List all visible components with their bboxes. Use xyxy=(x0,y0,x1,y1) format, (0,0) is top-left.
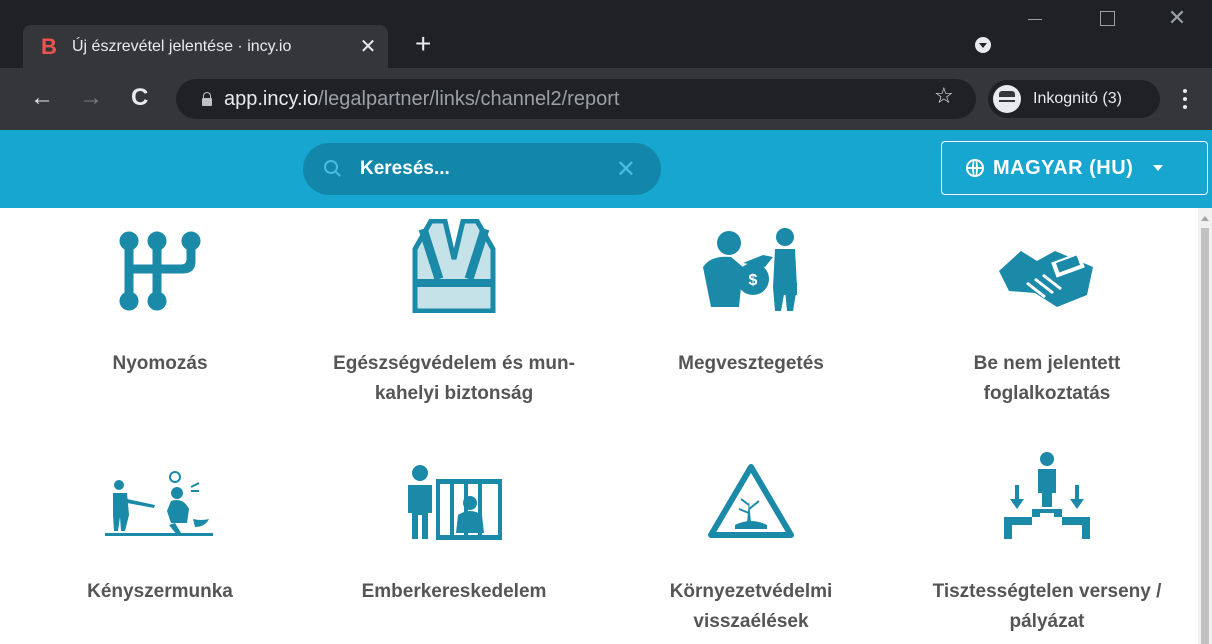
browser-tab[interactable]: B Új észrevétel jelentése · incy.io ✕ xyxy=(23,25,388,68)
reload-icon[interactable]: C xyxy=(131,86,148,110)
forward-arrow-icon[interactable]: → xyxy=(79,86,103,110)
tab-strip: B Új észrevétel jelentése · incy.io ✕ + … xyxy=(0,0,1212,68)
human-trafficking-icon xyxy=(304,451,604,541)
globe-icon xyxy=(966,159,984,177)
new-tab-icon[interactable]: + xyxy=(415,30,431,58)
search-input[interactable]: Keresés... xyxy=(360,158,616,180)
scrollbar-thumb[interactable] xyxy=(1201,228,1209,644)
category-label: Tisztességtelen verseny / pályázat xyxy=(932,581,1162,632)
incognito-icon xyxy=(993,85,1021,113)
category-label: Környezetvédelmi visszaélések xyxy=(669,581,833,632)
category-label: Kényszermunka xyxy=(87,581,233,602)
browser-menu-icon[interactable] xyxy=(1183,89,1187,113)
search-box[interactable]: Keresés... ✕ xyxy=(303,143,661,195)
tab-search-icon[interactable] xyxy=(975,37,991,53)
close-tab-icon[interactable]: ✕ xyxy=(348,34,388,59)
category-card-bribery[interactable]: $ Megvesztegetés xyxy=(601,223,901,379)
close-window-button[interactable]: ✕ xyxy=(1142,0,1212,50)
category-card-undeclared-work[interactable]: Be nem jelentett foglalkoztatás xyxy=(897,223,1197,409)
search-icon xyxy=(324,160,338,174)
category-grid: Nyomozás Egészségvédelem és mun-kahelyi … xyxy=(0,208,1198,644)
forced-labor-icon xyxy=(10,451,310,541)
clear-search-icon[interactable]: ✕ xyxy=(616,155,636,184)
maximize-button[interactable] xyxy=(1072,0,1142,50)
lock-icon xyxy=(202,92,212,106)
category-card-human-trafficking[interactable]: Emberkereskedelem xyxy=(304,451,604,607)
vertical-scrollbar[interactable] xyxy=(1198,208,1212,644)
gear-shift-icon xyxy=(10,223,310,313)
category-label: Egészségvédelem és mun-kahelyi biztonság xyxy=(333,353,575,404)
incognito-badge[interactable]: Inkognitó (3) xyxy=(988,80,1160,118)
back-arrow-icon[interactable]: ← xyxy=(30,86,54,110)
bribery-icon: $ xyxy=(601,223,901,313)
podium-icon xyxy=(897,451,1197,541)
category-card-forced-labor[interactable]: Kényszermunka xyxy=(10,451,310,607)
category-label: Nyomozás xyxy=(112,353,208,374)
category-card-investigation[interactable]: Nyomozás xyxy=(10,223,310,379)
chevron-down-icon xyxy=(1153,165,1164,171)
minimize-button[interactable] xyxy=(1000,0,1070,50)
app-header: Keresés... ✕ MAGYAR (HU) xyxy=(0,130,1212,208)
handshake-money-icon xyxy=(897,223,1197,313)
category-card-environmental[interactable]: Környezetvédelmi visszaélések xyxy=(601,451,901,637)
incy-favicon-icon: B xyxy=(41,33,57,59)
incognito-label: Inkognitó (3) xyxy=(1033,90,1122,107)
category-label: Emberkereskedelem xyxy=(361,581,547,602)
bookmark-star-icon[interactable]: ☆ xyxy=(934,85,954,107)
browser-chrome: B Új észrevétel jelentése · incy.io ✕ + … xyxy=(0,0,1212,130)
tab-title: Új észrevétel jelentése · incy.io xyxy=(72,37,292,55)
address-bar[interactable]: app.incy.io/legalpartner/links/channel2/… xyxy=(176,79,976,119)
browser-toolbar: ← → C app.incy.io/legalpartner/links/cha… xyxy=(0,68,1212,130)
url-text: app.incy.io/legalpartner/links/channel2/… xyxy=(224,87,620,110)
environment-warning-icon xyxy=(601,451,901,541)
scroll-up-icon[interactable] xyxy=(1201,216,1209,221)
category-card-health-safety[interactable]: Egészségvédelem és mun-kahelyi biztonság xyxy=(304,219,604,409)
category-label: Be nem jelentett foglalkoztatás xyxy=(973,353,1121,404)
svg-text:$: $ xyxy=(749,272,758,289)
category-label: Megvesztegetés xyxy=(678,353,824,374)
category-card-unfair-competition[interactable]: Tisztességtelen verseny / pályázat xyxy=(897,451,1197,637)
language-label: MAGYAR (HU) xyxy=(993,156,1134,179)
safety-vest-icon xyxy=(304,219,604,313)
language-selector[interactable]: MAGYAR (HU) xyxy=(941,141,1208,195)
